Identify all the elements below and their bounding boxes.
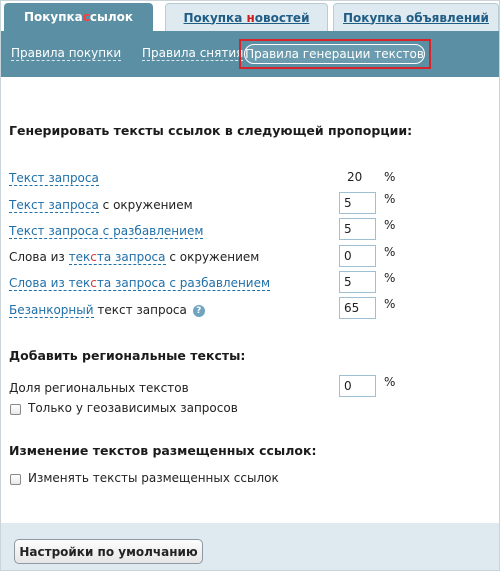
geo-only-checkbox[interactable]	[10, 404, 21, 415]
words-surrounding-prefix: Слова из	[9, 250, 69, 264]
regional-share-input[interactable]: 0	[339, 375, 376, 397]
query-text-link[interactable]: Текст запроса	[9, 171, 99, 186]
tab-buy-news-label-pre: Покупка	[183, 10, 247, 25]
anchorless-link[interactable]: Безанкорный	[9, 303, 94, 318]
proportion-row-query-surrounding: Текст запроса с окружением	[9, 196, 193, 214]
sub-navigation: Правила покупки Правила снятия Правила г…	[1, 31, 499, 77]
words-surrounding-suffix: с окружением	[165, 250, 260, 264]
proportions-title: Генерировать тексты ссылок в следующей п…	[9, 123, 413, 138]
change-texts-checkbox[interactable]	[10, 474, 21, 485]
anchorless-suffix: текст запроса	[93, 303, 187, 317]
proportion-row-query-text: Текст запроса	[9, 169, 99, 187]
tab-buy-ads-label: Покупка объявлений	[343, 11, 489, 25]
words-surrounding-link-hl: с	[90, 250, 97, 264]
query-dilution-input[interactable]: 5	[339, 218, 376, 240]
tab-buy-ads-label-hl: о	[405, 10, 415, 25]
geo-only-label: Только у геозависимых запросов	[28, 401, 238, 415]
tab-buy-news[interactable]: Покупка новостей	[165, 3, 328, 31]
change-texts-label: Изменять тексты размещенных ссылок	[28, 471, 279, 485]
words-dilution-input[interactable]: 5	[339, 271, 376, 293]
query-surrounding-input[interactable]: 5	[339, 192, 376, 214]
query-text-value: 20	[347, 170, 363, 184]
words-dilution-link-post: та запроса с разбавлением	[96, 276, 271, 290]
tab-buy-ads-label-pre: Покупка	[343, 10, 406, 25]
proportion-row-anchorless: Безанкорный текст запроса ?	[9, 301, 205, 319]
words-dilution-link-hl: с	[90, 276, 97, 290]
tab-buy-links-label-pre: Покупка	[23, 10, 83, 24]
query-surrounding-link[interactable]: Текст запроса	[9, 198, 99, 213]
query-dilution-link[interactable]: Текст запроса с разбавлением	[9, 224, 204, 239]
subnav-generation-rules[interactable]: Правила генерации текстов	[244, 44, 425, 64]
query-dilution-unit: %	[384, 218, 396, 232]
words-dilution-link-pre: Слова из тек	[9, 276, 91, 290]
proportion-row-words-dilution: Слова из текста запроса с разбавлением	[9, 274, 271, 292]
tab-buy-links-label-post: сылок	[89, 10, 134, 24]
subnav-generation-rules-highlight: Правила генерации текстов	[239, 39, 431, 69]
words-dilution-unit: %	[384, 271, 396, 285]
tab-buy-ads-label-post: бъявлений	[414, 10, 489, 25]
tab-buy-news-label: Покупка новостей	[184, 11, 310, 25]
footer-bar: Настройки по умолчанию	[1, 523, 499, 570]
help-icon[interactable]: ?	[192, 304, 205, 317]
tab-buy-links[interactable]: Покупка с сылок	[4, 3, 153, 31]
tab-buy-news-label-hl: н	[246, 10, 255, 25]
subnav-removal-rules[interactable]: Правила снятия	[142, 47, 244, 61]
query-text-unit: %	[384, 170, 396, 184]
words-surrounding-input[interactable]: 0	[339, 245, 376, 267]
subnav-purchase-rules[interactable]: Правила покупки	[11, 47, 122, 61]
tab-buy-ads[interactable]: Покупка объявлений	[333, 3, 499, 31]
anchorless-unit: %	[384, 297, 396, 311]
default-settings-button[interactable]: Настройки по умолчанию	[14, 539, 203, 564]
proportion-row-words-surrounding: Слова из текста запроса с окружением	[9, 248, 259, 266]
regional-share-label: Доля региональных текстов	[9, 381, 189, 395]
tab-buy-links-label-hl: с	[82, 10, 90, 24]
top-tabs: Покупка с сылок Покупка новостей Покупка …	[1, 1, 499, 31]
words-surrounding-link[interactable]: текста запроса	[68, 250, 166, 265]
regional-share-unit: %	[384, 375, 396, 389]
words-surrounding-unit: %	[384, 245, 396, 259]
proportion-row-query-dilution: Текст запроса с разбавлением	[9, 222, 204, 240]
tab-buy-news-label-post: овостей	[254, 10, 310, 25]
anchorless-input[interactable]: 65	[339, 297, 376, 319]
regional-title: Добавить региональные тексты:	[9, 348, 246, 363]
query-surrounding-unit: %	[384, 192, 396, 206]
words-dilution-link[interactable]: Слова из текста запроса с разбавлением	[9, 276, 271, 291]
query-surrounding-suffix: с окружением	[98, 198, 193, 212]
words-surrounding-link-pre: тек	[68, 250, 91, 264]
change-texts-title: Изменение текстов размещенных ссылок:	[9, 443, 317, 458]
words-surrounding-link-post: та запроса	[96, 250, 166, 264]
